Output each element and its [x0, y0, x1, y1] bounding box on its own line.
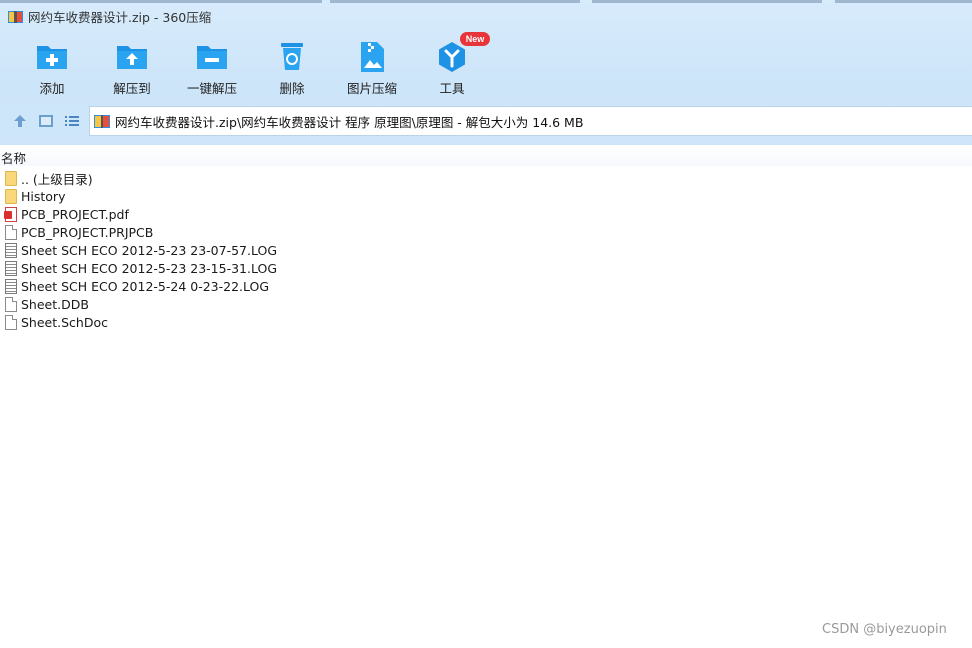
title-bar: 网约车收费器设计.zip - 360压缩: [0, 0, 972, 32]
file-icon: [5, 296, 17, 312]
name-column-header[interactable]: 名称: [0, 146, 972, 166]
window-title: 网约车收费器设计.zip - 360压缩: [28, 9, 212, 25]
extract-to-label: 解压到: [113, 81, 151, 96]
name-column-label: 名称: [1, 151, 27, 166]
list-item[interactable]: Sheet SCH ECO 2012-5-24 0-23-22.LOG: [0, 277, 400, 295]
list-item[interactable]: Sheet SCH ECO 2012-5-23 23-07-57.LOG: [0, 241, 400, 259]
toolbar: 添加 解压到 一键解压 删除 图片压缩 New 工具: [0, 32, 972, 98]
address-bar[interactable]: 网约车收费器设计.zip\网约车收费器设计 程序 原理图\原理图 - 解包大小为…: [89, 106, 972, 136]
extract-to-icon: [115, 40, 149, 74]
file-name: Sheet.DDB: [21, 296, 89, 312]
tools-button[interactable]: New 工具: [412, 32, 492, 98]
file-name: .. (上级目录): [21, 171, 93, 187]
zip-archive-icon: [94, 113, 110, 129]
list-item-parent-dir[interactable]: .. (上级目录): [0, 169, 400, 187]
list-item[interactable]: History: [0, 187, 400, 205]
file-icon: [5, 314, 17, 330]
file-name: History: [21, 188, 66, 204]
add-button[interactable]: 添加: [12, 36, 92, 98]
log-file-icon: [5, 278, 17, 294]
up-level-button[interactable]: [11, 112, 29, 130]
list-item[interactable]: PCB_PROJECT.pdf: [0, 205, 400, 223]
list-view-button[interactable]: [63, 112, 81, 130]
image-compress-icon: [355, 40, 389, 74]
add-label: 添加: [39, 81, 65, 96]
thumbnail-view-icon: [39, 115, 53, 127]
pdf-file-icon: [4, 206, 17, 222]
file-name: Sheet SCH ECO 2012-5-23 23-07-57.LOG: [21, 242, 278, 258]
up-arrow-icon: [14, 115, 26, 127]
list-view-icon: [65, 116, 79, 126]
list-item[interactable]: Sheet.DDB: [0, 295, 400, 313]
folder-icon: [5, 170, 17, 186]
one-click-extract-label: 一键解压: [186, 81, 237, 96]
app-zip-icon: [8, 9, 23, 24]
window-chrome: 网约车收费器设计.zip - 360压缩 添加 解压到 一键解压 删除 图片压缩…: [0, 0, 972, 145]
file-name: PCB_PROJECT.PRJPCB: [21, 224, 154, 240]
image-compress-label: 图片压缩: [346, 81, 397, 96]
one-click-extract-button[interactable]: 一键解压: [172, 36, 252, 98]
file-name: Sheet.SchDoc: [21, 314, 108, 330]
file-name: PCB_PROJECT.pdf: [21, 206, 129, 222]
delete-icon: [275, 40, 309, 74]
file-name: Sheet SCH ECO 2012-5-23 23-15-31.LOG: [21, 260, 278, 276]
delete-label: 删除: [279, 81, 305, 96]
file-name: Sheet SCH ECO 2012-5-24 0-23-22.LOG: [21, 278, 270, 294]
list-item[interactable]: Sheet.SchDoc: [0, 313, 400, 331]
list-item[interactable]: PCB_PROJECT.PRJPCB: [0, 223, 400, 241]
address-row: 网约车收费器设计.zip\网约车收费器设计 程序 原理图\原理图 - 解包大小为…: [0, 104, 972, 138]
tools-label: 工具: [439, 81, 465, 96]
one-click-extract-icon: [195, 40, 229, 74]
extract-to-button[interactable]: 解压到: [92, 36, 172, 98]
thumbnail-view-button[interactable]: [37, 112, 55, 130]
image-compress-button[interactable]: 图片压缩: [332, 36, 412, 98]
watermark: CSDN @biyezuopin: [822, 622, 947, 637]
delete-button[interactable]: 删除: [252, 36, 332, 98]
address-path: 网约车收费器设计.zip\网约车收费器设计 程序 原理图\原理图 - 解包大小为…: [115, 114, 584, 130]
log-file-icon: [5, 260, 17, 276]
file-icon: [5, 224, 17, 240]
new-badge: New: [460, 32, 490, 46]
add-icon: [35, 40, 69, 74]
folder-icon: [5, 188, 17, 204]
log-file-icon: [5, 242, 17, 258]
list-item[interactable]: Sheet SCH ECO 2012-5-23 23-15-31.LOG: [0, 259, 400, 277]
